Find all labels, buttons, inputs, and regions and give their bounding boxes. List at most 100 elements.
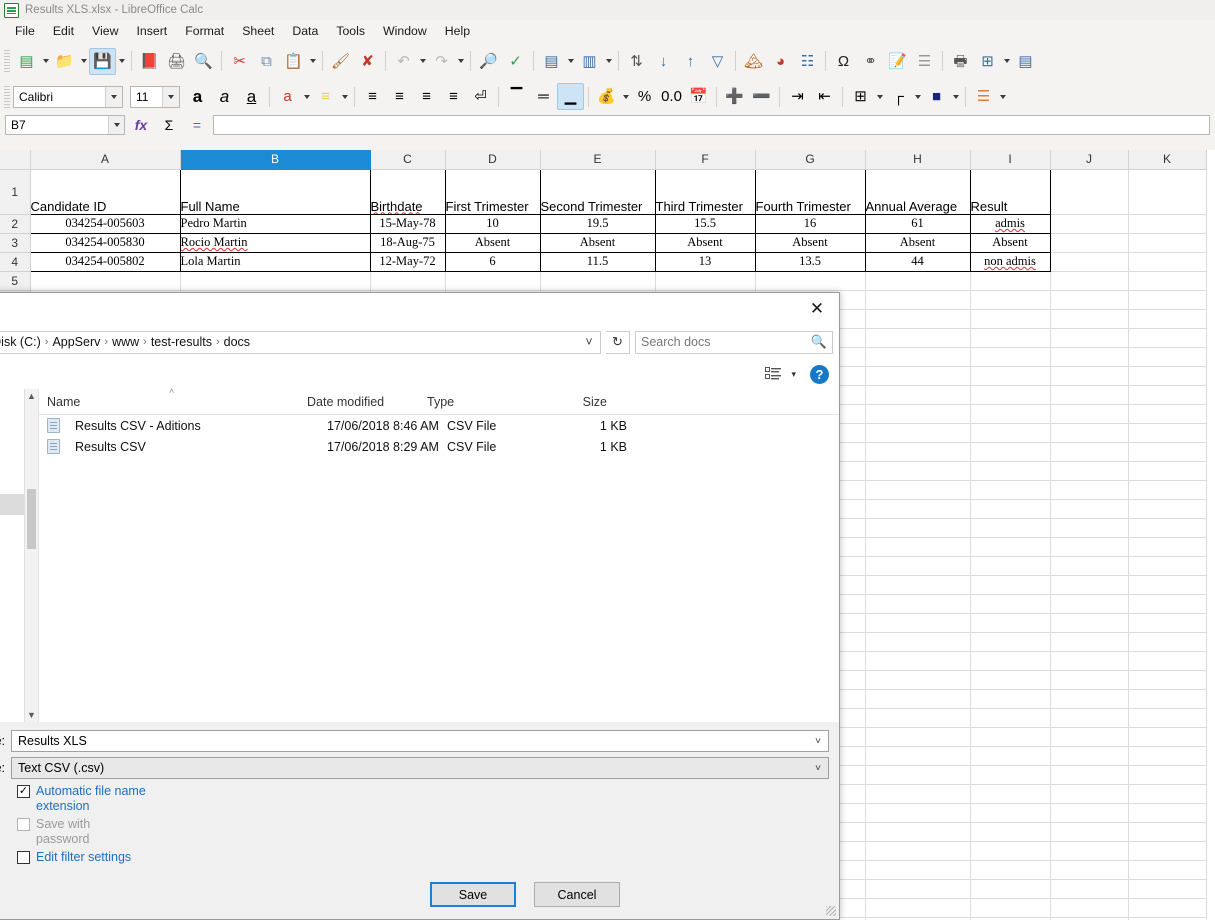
row-header-4[interactable]: 4 [0,252,30,271]
autofilter-icon[interactable]: ▽ [704,48,731,75]
freeze-rows-columns-icon[interactable]: ⊞ [974,48,1001,75]
cell-I20[interactable] [970,556,1050,575]
date-format-icon[interactable]: 📅 [685,83,712,110]
cell-K12[interactable] [1128,404,1206,423]
view-layout-icon[interactable] [762,365,784,383]
clone-formatting-icon[interactable]: 🖌 [327,48,354,75]
cell-K3[interactable] [1128,233,1206,252]
cell-K15[interactable] [1128,461,1206,480]
cell-E2[interactable]: 19.5 [540,214,655,233]
column-header-G[interactable]: G [755,150,865,169]
cell-K23[interactable] [1128,613,1206,632]
cell-F4[interactable]: 13 [655,252,755,271]
decrease-indent-icon[interactable]: ⇤ [811,83,838,110]
cell-K18[interactable] [1128,518,1206,537]
column-header-F[interactable]: F [655,150,755,169]
redo-icon[interactable]: ↷ [428,48,455,75]
cell-J31[interactable] [1050,765,1128,784]
cell-J35[interactable] [1050,841,1128,860]
menu-data[interactable]: Data [283,22,327,40]
cell-K7[interactable] [1128,309,1206,328]
cell-J15[interactable] [1050,461,1128,480]
formula-input[interactable] [213,115,1210,135]
cell-H32[interactable] [865,784,970,803]
breadcrumb[interactable]: › This PC › Local Disk (C:) › AppServ › … [0,331,601,354]
chevron-down-icon[interactable]: ˅ [808,763,828,774]
wrap-text-icon[interactable]: ⏎ [467,83,494,110]
cell-B1[interactable]: Full Name [180,169,370,214]
cell-J17[interactable] [1050,499,1128,518]
column-header-J[interactable]: J [1050,150,1128,169]
cell-I4[interactable]: non admis [970,252,1050,271]
print-icon[interactable]: 🖨 [163,48,190,75]
cell-I27[interactable] [970,689,1050,708]
percent-format-icon[interactable]: % [631,83,658,110]
cell-J38[interactable] [1050,898,1128,917]
insert-chart-icon[interactable]: ◕ [767,48,794,75]
cell-K28[interactable] [1128,708,1206,727]
toolbar-grip[interactable] [4,50,10,72]
spelling-icon[interactable]: ✓ [502,48,529,75]
cell-E1[interactable]: Second Trimester [540,169,655,214]
cell-F5[interactable] [655,271,755,290]
cell-H38[interactable] [865,898,970,917]
cell-K16[interactable] [1128,480,1206,499]
cell-K10[interactable] [1128,366,1206,385]
cell-I26[interactable] [970,670,1050,689]
cell-F2[interactable]: 15.5 [655,214,755,233]
cell-I1[interactable]: Result [970,169,1050,214]
cell-J16[interactable] [1050,480,1128,499]
cell-J23[interactable] [1050,613,1128,632]
conditional-formatting-icon[interactable]: ☰ [970,83,997,110]
align-right-icon[interactable]: ≡ [413,83,440,110]
breadcrumb-item-www[interactable]: www [109,334,142,350]
chevron-down-icon[interactable]: ˅ [808,736,828,747]
menu-edit[interactable]: Edit [44,22,83,40]
cell-J10[interactable] [1050,366,1128,385]
cell-I25[interactable] [970,651,1050,670]
cell-J25[interactable] [1050,651,1128,670]
cell-I18[interactable] [970,518,1050,537]
hyperlink-icon[interactable]: ⚭ [857,48,884,75]
select-all-corner[interactable] [0,150,30,169]
align-center-vertically-icon[interactable]: ═ [530,83,557,110]
close-icon[interactable]: ✕ [795,294,839,324]
open-file-icon[interactable]: 📁 [51,48,78,75]
cell-H11[interactable] [865,385,970,404]
cell-H17[interactable] [865,499,970,518]
cell-I32[interactable] [970,784,1050,803]
cell-J22[interactable] [1050,594,1128,613]
cell-K22[interactable] [1128,594,1206,613]
cell-I23[interactable] [970,613,1050,632]
italic-icon[interactable]: a [211,83,238,110]
border-style-icon[interactable]: ┌ [885,83,912,110]
row-header-3[interactable]: 3 [0,233,30,252]
cell-I19[interactable] [970,537,1050,556]
special-character-icon[interactable]: Ω [830,48,857,75]
cell-J13[interactable] [1050,423,1128,442]
font-color-icon[interactable]: a [274,83,301,110]
column-header-C[interactable]: C [370,150,445,169]
scrollbar-thumb[interactable] [27,489,36,549]
column-header-E[interactable]: E [540,150,655,169]
chevron-down-icon[interactable] [108,116,124,134]
cell-H34[interactable] [865,822,970,841]
increase-indent-icon[interactable]: ⇥ [784,83,811,110]
cell-I2[interactable]: admis [970,214,1050,233]
cell-H1[interactable]: Annual Average [865,169,970,214]
cell-J3[interactable] [1050,233,1128,252]
chevron-down-icon[interactable] [874,95,885,99]
cell-I11[interactable] [970,385,1050,404]
checkbox-edit-filter-settings[interactable]: Edit filter settings [17,850,829,865]
cut-icon[interactable]: ✂ [226,48,253,75]
cell-C1[interactable]: Birthdate [370,169,445,214]
checkbox-box[interactable] [17,851,30,864]
cell-J21[interactable] [1050,575,1128,594]
currency-format-icon[interactable]: 💰 [593,83,620,110]
file-list-item[interactable]: Results CSV17/06/2018 8:29 AMCSV File1 K… [39,436,839,457]
cell-J27[interactable] [1050,689,1128,708]
cell-H16[interactable] [865,480,970,499]
cell-I36[interactable] [970,860,1050,879]
cell-F3[interactable]: Absent [655,233,755,252]
copy-icon[interactable]: ⧉ [253,48,280,75]
